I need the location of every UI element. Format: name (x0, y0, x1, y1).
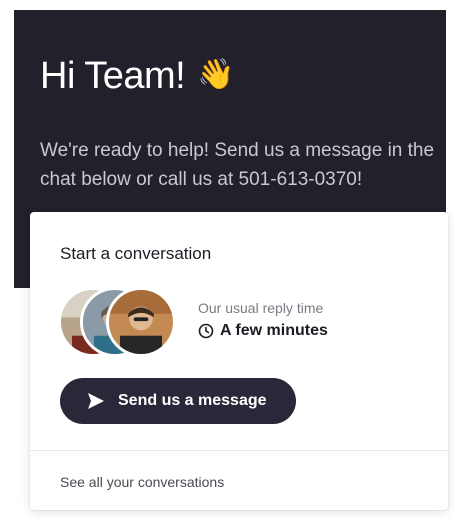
send-message-button[interactable]: Send us a message (60, 378, 296, 424)
messenger-frame: Hi Team! 👋 We're ready to help! Send us … (0, 0, 454, 519)
send-button-label: Send us a message (118, 392, 267, 409)
card-divider (30, 450, 448, 451)
avatar (106, 287, 176, 357)
intro-text: We're ready to help! Send us a message i… (40, 140, 435, 190)
reply-time-text: A few minutes (220, 322, 328, 339)
reply-time-value: A few minutes (198, 322, 328, 340)
conversation-card: Start a conversation Our usual reply tim… (30, 212, 448, 510)
start-conversation-section: Start a conversation Our usual reply tim… (30, 212, 448, 450)
clock-icon (198, 323, 214, 339)
greeting-text: Hi Team! (40, 55, 186, 97)
reply-time-label: Our usual reply time (198, 300, 324, 316)
card-title: Start a conversation (60, 244, 212, 263)
waving-hand-icon: 👋 (197, 58, 235, 92)
see-all-conversations-link[interactable]: See all your conversations (60, 474, 224, 490)
greeting-heading: Hi Team! 👋 (40, 55, 235, 98)
paper-plane-icon (86, 391, 106, 411)
team-avatars (58, 287, 178, 357)
